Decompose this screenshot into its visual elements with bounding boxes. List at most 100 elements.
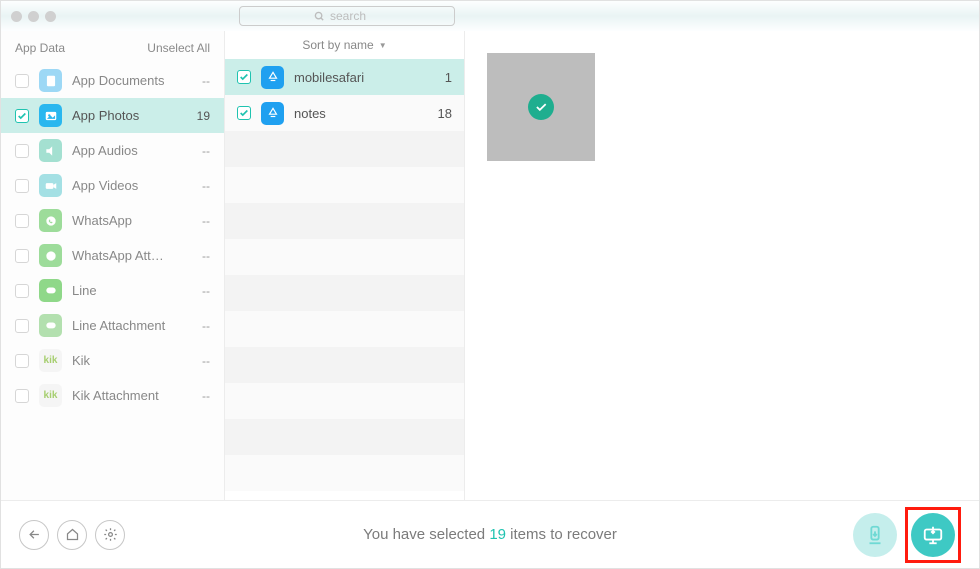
minimize-window-icon[interactable] (28, 11, 39, 22)
zoom-window-icon[interactable] (45, 11, 56, 22)
checkbox[interactable] (15, 319, 29, 333)
whatsapp-icon (39, 209, 62, 232)
sidebar-item-label: App Audios (72, 143, 192, 158)
checkbox[interactable] (15, 284, 29, 298)
traffic-lights (11, 11, 56, 22)
list-item[interactable]: mobilesafari 1 (225, 59, 464, 95)
list-item[interactable]: notes 18 (225, 95, 464, 131)
sidebar-item-label: Line (72, 283, 192, 298)
sidebar-item-app-videos[interactable]: App Videos -- (1, 168, 224, 203)
checkbox[interactable] (15, 74, 29, 88)
back-button[interactable] (19, 520, 49, 550)
sidebar-title: App Data (15, 41, 65, 55)
list-item-label: mobilesafari (294, 70, 435, 85)
home-button[interactable] (57, 520, 87, 550)
sidebar-item-count: -- (202, 214, 210, 228)
search-icon (314, 11, 325, 22)
titlebar (1, 1, 979, 31)
sidebar-item-kik-attachment[interactable]: kik Kik Attachment -- (1, 378, 224, 413)
list-row-empty (225, 347, 464, 383)
footer: You have selected 19 items to recover (1, 500, 979, 568)
sidebar-item-label: App Photos (72, 108, 187, 123)
list-row-empty (225, 455, 464, 491)
checkbox[interactable] (15, 144, 29, 158)
sidebar: App Data Unselect All App Documents -- A… (1, 31, 225, 500)
search-input[interactable] (330, 9, 380, 23)
whatsapp-icon (39, 244, 62, 267)
sidebar-header: App Data Unselect All (1, 31, 224, 63)
checkbox[interactable] (15, 179, 29, 193)
preview-thumbnail[interactable] (487, 53, 595, 161)
settings-button[interactable] (95, 520, 125, 550)
status-pre: You have selected (363, 526, 489, 543)
list-item-count: 18 (438, 106, 452, 121)
photo-icon (39, 104, 62, 127)
sidebar-item-label: App Documents (72, 73, 192, 88)
kik-icon: kik (39, 384, 62, 407)
list-item-label: notes (294, 106, 428, 121)
appstore-icon (261, 102, 284, 125)
selected-badge (528, 94, 554, 120)
list-row-empty (225, 203, 464, 239)
recover-to-device-button[interactable] (853, 513, 897, 557)
sidebar-item-app-audios[interactable]: App Audios -- (1, 133, 224, 168)
action-buttons (853, 507, 961, 563)
checkbox[interactable] (15, 354, 29, 368)
kik-icon: kik (39, 349, 62, 372)
status-count: 19 (489, 526, 506, 543)
chevron-down-icon: ▼ (379, 41, 387, 50)
sidebar-item-kik[interactable]: kik Kik -- (1, 343, 224, 378)
sidebar-item-label: WhatsApp (72, 213, 192, 228)
audio-icon (39, 139, 62, 162)
sidebar-item-count: -- (202, 284, 210, 298)
home-icon (65, 527, 80, 542)
line-icon (39, 314, 62, 337)
sidebar-item-count: -- (202, 319, 210, 333)
sidebar-item-label: App Videos (72, 178, 192, 193)
list-row-empty (225, 383, 464, 419)
sidebar-item-app-documents[interactable]: App Documents -- (1, 63, 224, 98)
check-icon (534, 100, 548, 114)
sidebar-item-count: -- (202, 144, 210, 158)
item-list: mobilesafari 1 notes 18 (225, 59, 464, 500)
sidebar-item-count: -- (202, 389, 210, 403)
sidebar-item-count: -- (202, 354, 210, 368)
gear-icon (103, 527, 118, 542)
app-window: App Data Unselect All App Documents -- A… (0, 0, 980, 569)
sort-dropdown[interactable]: Sort by name ▼ (225, 31, 464, 59)
highlight-box (905, 507, 961, 563)
unselect-all-button[interactable]: Unselect All (147, 41, 210, 55)
appstore-icon (261, 66, 284, 89)
sidebar-item-whatsapp[interactable]: WhatsApp -- (1, 203, 224, 238)
computer-download-icon (922, 524, 944, 546)
arrow-left-icon (27, 527, 42, 542)
search-box[interactable] (239, 6, 455, 26)
checkbox[interactable] (237, 70, 251, 84)
list-row-empty (225, 311, 464, 347)
checkbox[interactable] (15, 249, 29, 263)
checkbox[interactable] (237, 106, 251, 120)
checkbox[interactable] (15, 389, 29, 403)
preview-panel (465, 31, 979, 500)
sidebar-item-app-photos[interactable]: App Photos 19 (1, 98, 224, 133)
sidebar-item-label: Kik Attachment (72, 388, 192, 403)
line-icon (39, 279, 62, 302)
list-row-empty (225, 419, 464, 455)
status-post: items to recover (506, 526, 617, 543)
item-list-panel: Sort by name ▼ mobilesafari 1 (225, 31, 465, 500)
checkbox[interactable] (15, 214, 29, 228)
content-area: App Data Unselect All App Documents -- A… (1, 31, 979, 500)
sidebar-item-whatsapp-attachment[interactable]: WhatsApp Att… -- (1, 238, 224, 273)
list-item-count: 1 (445, 70, 452, 85)
list-row-empty (225, 275, 464, 311)
video-icon (39, 174, 62, 197)
close-window-icon[interactable] (11, 11, 22, 22)
sidebar-item-line-attachment[interactable]: Line Attachment -- (1, 308, 224, 343)
sidebar-item-label: Kik (72, 353, 192, 368)
device-download-icon (864, 524, 886, 546)
checkbox[interactable] (15, 109, 29, 123)
sidebar-item-label: WhatsApp Att… (72, 248, 192, 263)
sort-label: Sort by name (302, 38, 373, 52)
recover-to-computer-button[interactable] (911, 513, 955, 557)
sidebar-item-line[interactable]: Line -- (1, 273, 224, 308)
